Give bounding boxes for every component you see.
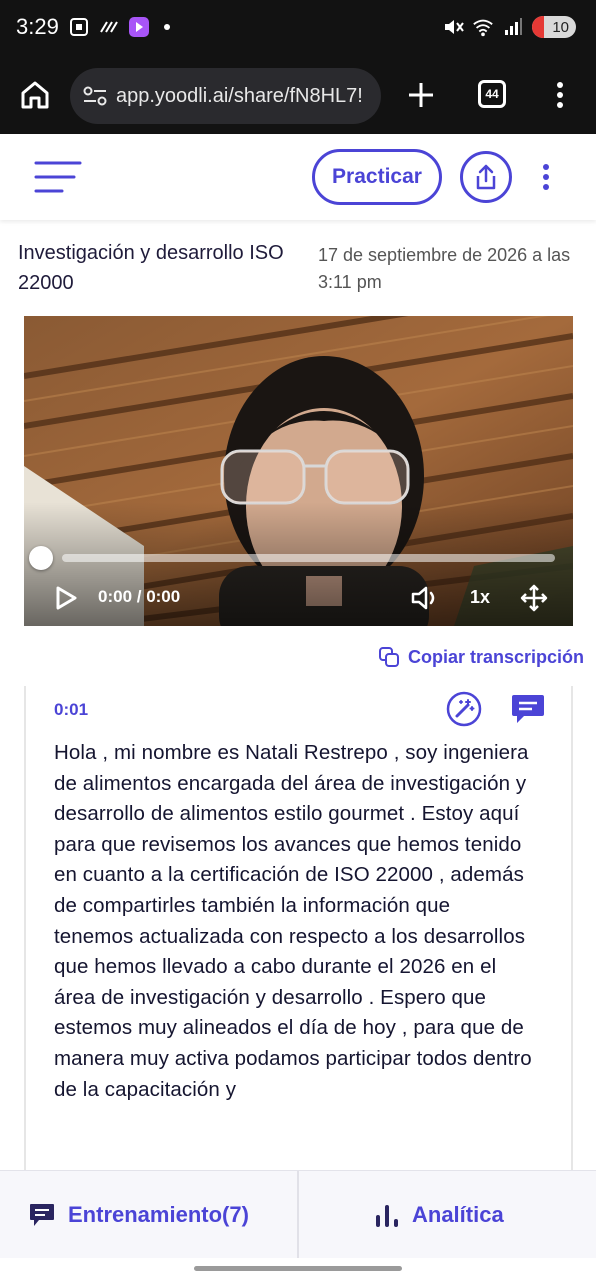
video-frame xyxy=(24,316,573,626)
status-bar: 3:29 10 xyxy=(0,0,596,58)
analytics-tab[interactable]: Analítica xyxy=(374,1171,504,1259)
more-vertical-icon xyxy=(543,164,549,190)
transcript-text: Hola , mi nombre es Natali Restrepo , so… xyxy=(54,741,532,1101)
training-tab[interactable]: Entrenamiento(7) xyxy=(28,1171,249,1259)
more-vertical-icon xyxy=(557,82,563,108)
volume-icon xyxy=(411,586,435,610)
share-icon xyxy=(476,164,496,190)
chat-icon xyxy=(30,1204,54,1226)
tab-switcher-button[interactable]: 44 xyxy=(478,80,506,108)
battery-level: 10 xyxy=(552,18,569,36)
nav-divider xyxy=(297,1171,299,1259)
screenshot-icon xyxy=(68,16,90,38)
battery-indicator: 10 xyxy=(532,16,576,38)
copy-transcript-button[interactable]: Copiar transcripción xyxy=(378,646,584,668)
new-tab-button[interactable] xyxy=(404,78,438,112)
wireless-charge-icon xyxy=(98,16,120,38)
copy-transcript-label: Copiar transcripción xyxy=(407,646,584,667)
analytics-tab-label: Analítica xyxy=(412,1202,504,1227)
home-button[interactable] xyxy=(18,78,52,112)
browser-toolbar: app.yoodli.ai/share/fN8HL7! 44 xyxy=(0,58,596,134)
status-icons-left xyxy=(68,16,170,38)
comment-icon xyxy=(512,695,544,723)
home-gesture-bar[interactable] xyxy=(194,1266,402,1271)
bottom-navigation: Entrenamiento(7) Analítica xyxy=(0,1170,596,1259)
play-button[interactable] xyxy=(52,584,80,612)
video-progress-bar[interactable] xyxy=(62,554,555,562)
status-time: 3:29 xyxy=(16,14,59,39)
volume-button[interactable] xyxy=(410,584,442,612)
options-button[interactable] xyxy=(535,160,557,194)
session-date: 17 de septiembre de 2026 a las 3:11 pm xyxy=(318,245,571,292)
share-button[interactable] xyxy=(460,151,512,203)
training-tab-label: Entrenamiento(7) xyxy=(68,1202,249,1227)
video-scrubber-handle[interactable] xyxy=(29,546,53,570)
video-player[interactable]: 0:00 / 0:00 1x xyxy=(24,316,573,626)
status-icons-right: 10 xyxy=(442,16,576,38)
url-text: app.yoodli.ai/share/fN8HL7! xyxy=(116,84,363,107)
play-icon xyxy=(56,586,77,610)
fullscreen-button[interactable] xyxy=(520,584,548,612)
address-bar[interactable]: app.yoodli.ai/share/fN8HL7! xyxy=(70,68,381,124)
app-header: Practicar xyxy=(0,134,596,220)
playback-speed-button[interactable]: 1x xyxy=(470,587,490,608)
wifi-icon xyxy=(472,16,494,38)
mute-icon xyxy=(442,16,464,38)
comment-button[interactable] xyxy=(510,692,546,726)
bar-chart-icon xyxy=(376,1205,398,1227)
transcript-card: 0:01 Hola , mi nombre es Natali Restrepo… xyxy=(24,686,573,1170)
app-notification-icon xyxy=(128,16,150,38)
battery-fill xyxy=(532,16,544,38)
plus-icon xyxy=(409,83,433,107)
notification-dot-icon xyxy=(164,24,170,30)
copy-icon xyxy=(378,647,399,667)
site-settings-icon[interactable] xyxy=(82,85,108,107)
home-icon xyxy=(21,81,49,109)
magic-wand-icon xyxy=(446,691,482,727)
move-arrows-icon xyxy=(520,584,548,612)
browser-menu-button[interactable] xyxy=(548,78,572,112)
transcript-timestamp[interactable]: 0:01 xyxy=(54,700,88,720)
practice-button[interactable]: Practicar xyxy=(312,149,442,205)
video-time-display: 0:00 / 0:00 xyxy=(98,587,181,606)
menu-button[interactable] xyxy=(34,160,82,194)
page: 3:29 10 app.yoodli.ai/share/fN8HL7! 44 P… xyxy=(0,0,596,1280)
session-title: Investigación y desarrollo ISO 22000 xyxy=(18,242,284,294)
magic-wand-button[interactable] xyxy=(446,691,482,727)
hamburger-icon xyxy=(34,161,82,193)
gesture-area xyxy=(0,1258,596,1280)
signal-icon xyxy=(502,16,524,38)
